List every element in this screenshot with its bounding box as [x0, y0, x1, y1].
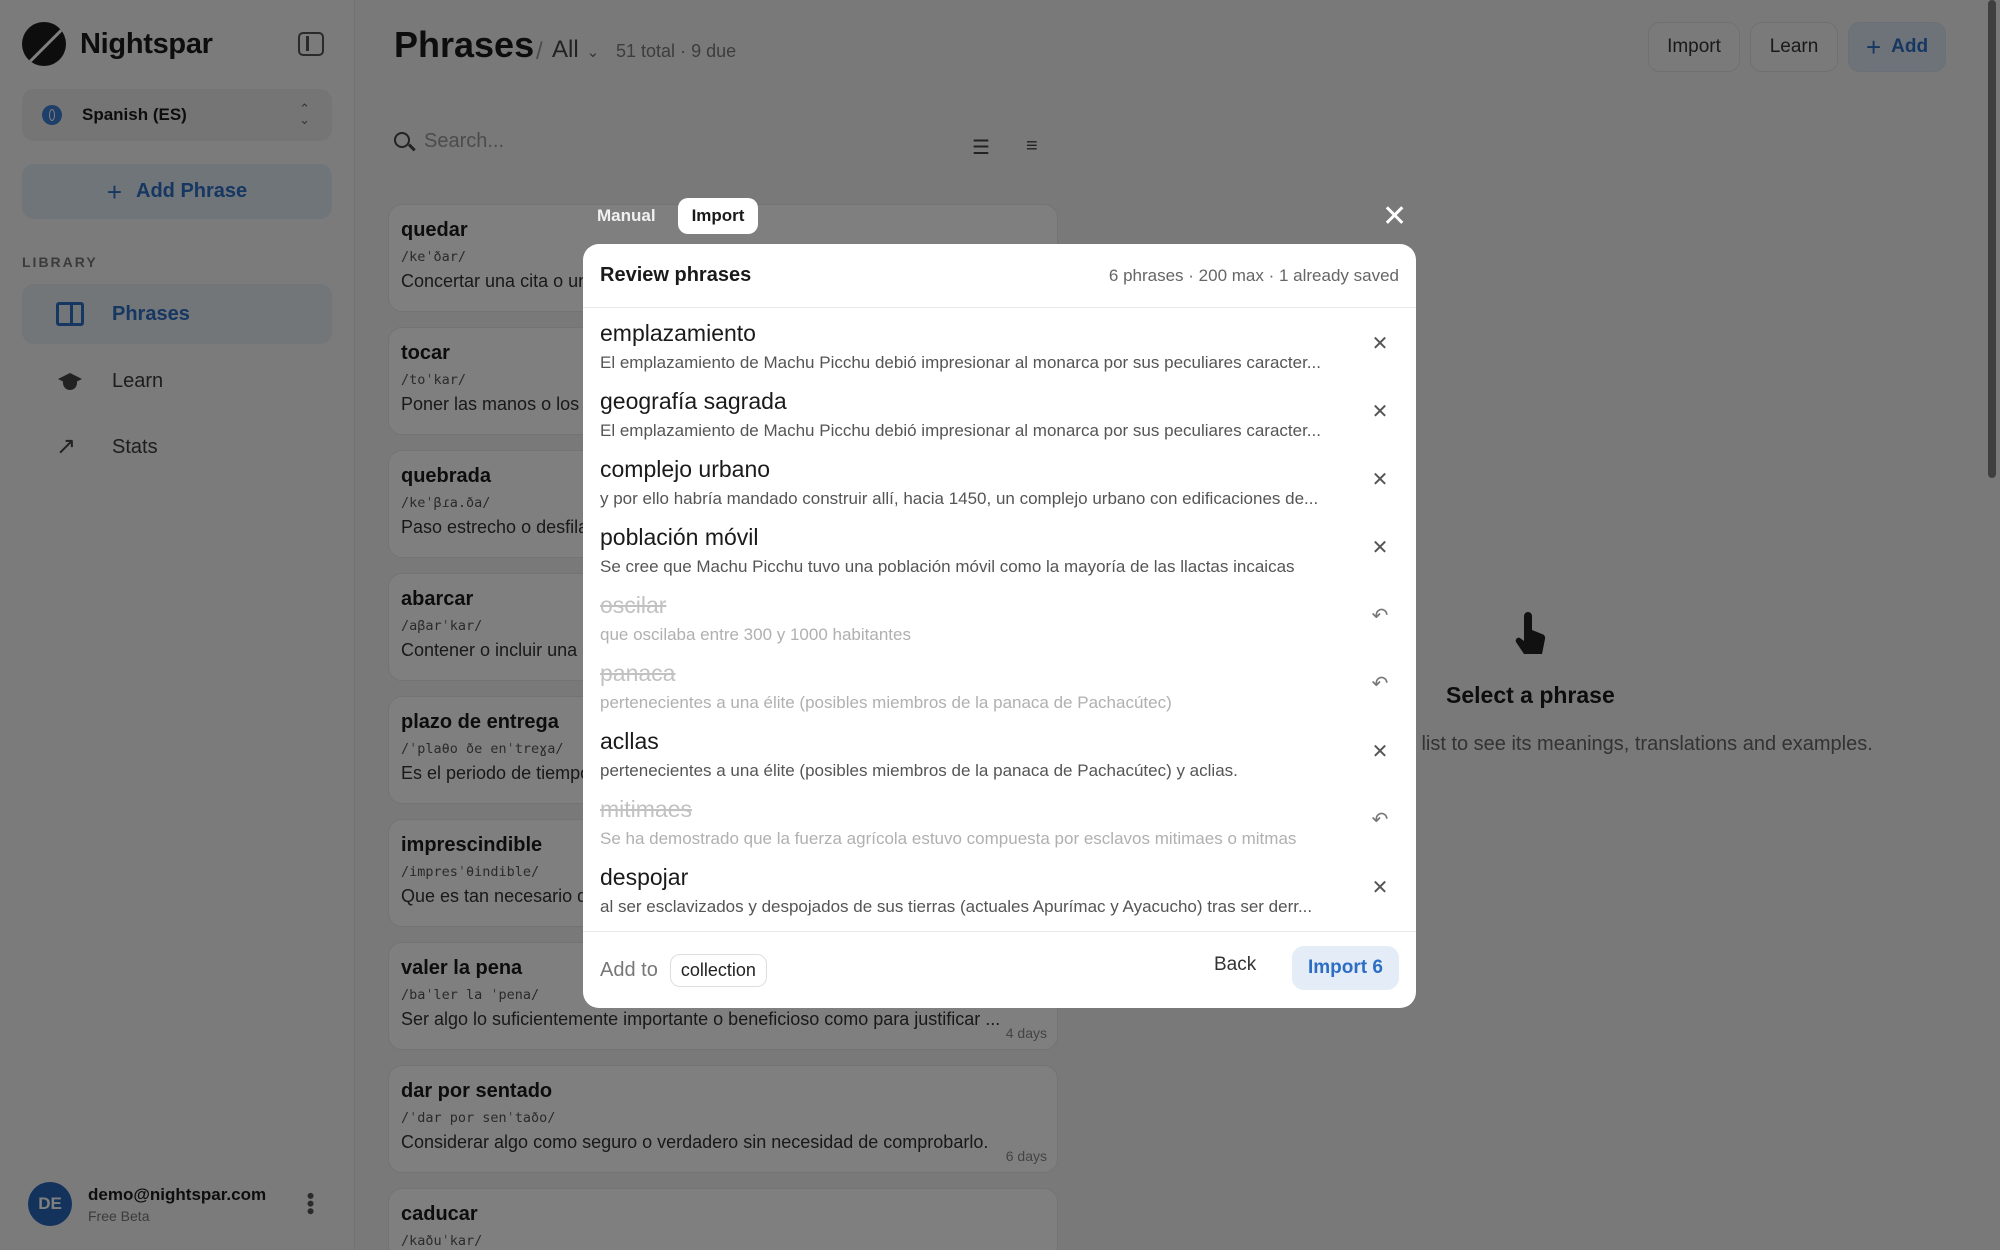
remove-icon[interactable]: ✕ — [1370, 402, 1390, 422]
review-context: Se ha demostrado que la fuerza agrícola … — [600, 829, 1297, 848]
back-button[interactable]: Back — [1214, 954, 1256, 976]
review-row: geografía sagrada El emplazamiento de Ma… — [583, 376, 1416, 444]
review-term: complejo urbano — [600, 456, 771, 482]
review-context: El emplazamiento de Machu Picchu debió i… — [600, 421, 1321, 440]
review-row: acllas pertenecientes a una élite (posib… — [583, 716, 1416, 784]
review-term: población móvil — [600, 524, 759, 550]
review-row-removed: panaca pertenecientes a una élite (posib… — [583, 648, 1416, 716]
phrase-review-list: emplazamiento El emplazamiento de Machu … — [583, 308, 1416, 920]
remove-icon[interactable]: ✕ — [1370, 538, 1390, 558]
dialog-meta: 6 phrases · 200 max · 1 already saved — [1108, 265, 1399, 285]
close-icon[interactable]: ✕ — [1382, 202, 1407, 232]
remove-icon[interactable]: ✕ — [1370, 878, 1390, 898]
review-term: oscilar — [600, 592, 667, 618]
review-row-removed: oscilar que oscilaba entre 300 y 1000 ha… — [583, 580, 1416, 648]
review-term: geografía sagrada — [600, 388, 787, 414]
modal-tabs: Manual Import — [583, 198, 759, 234]
add-to-label: Add to — [600, 958, 658, 981]
remove-icon[interactable]: ✕ — [1370, 334, 1390, 354]
review-term: emplazamiento — [600, 320, 756, 346]
review-context: El emplazamiento de Machu Picchu debió i… — [600, 353, 1321, 372]
review-context: al ser esclavizados y despojados de sus … — [600, 897, 1313, 916]
review-row: emplazamiento El emplazamiento de Machu … — [583, 308, 1416, 376]
review-row: despojar al ser esclavizados y despojado… — [583, 852, 1416, 920]
undo-icon[interactable]: ↶ — [1370, 810, 1390, 830]
dialog-header: Review phrases 6 phrases · 200 max · 1 a… — [583, 244, 1416, 308]
dialog-footer: Add to collection Back Import 6 — [583, 931, 1416, 1008]
review-term: acllas — [600, 728, 659, 754]
review-term: despojar — [600, 864, 689, 890]
review-context: y por ello habría mandado construir allí… — [600, 489, 1319, 508]
collection-chip[interactable]: collection — [669, 953, 767, 987]
tab-import[interactable]: Import — [677, 198, 759, 234]
review-phrases-dialog: Review phrases 6 phrases · 200 max · 1 a… — [583, 244, 1416, 1008]
tab-manual[interactable]: Manual — [583, 198, 670, 234]
undo-icon[interactable]: ↶ — [1370, 674, 1390, 694]
review-row-removed: mitimaes Se ha demostrado que la fuerza … — [583, 784, 1416, 852]
review-context: pertenecientes a una élite (posibles mie… — [600, 761, 1238, 780]
review-context: que oscilaba entre 300 y 1000 habitantes — [600, 625, 911, 644]
dialog-title: Review phrases — [600, 264, 752, 286]
review-context: pertenecientes a una élite (posibles mie… — [600, 693, 1172, 712]
remove-icon[interactable]: ✕ — [1370, 742, 1390, 762]
import-confirm-button[interactable]: Import 6 — [1292, 946, 1399, 990]
remove-icon[interactable]: ✕ — [1370, 470, 1390, 490]
review-term: mitimaes — [600, 796, 693, 822]
review-context: Se cree que Machu Picchu tuvo una poblac… — [600, 557, 1295, 576]
review-row: complejo urbano y por ello habría mandad… — [583, 444, 1416, 512]
review-term: panaca — [600, 660, 676, 686]
undo-icon[interactable]: ↶ — [1370, 606, 1390, 626]
review-row: población móvil Se cree que Machu Picchu… — [583, 512, 1416, 580]
